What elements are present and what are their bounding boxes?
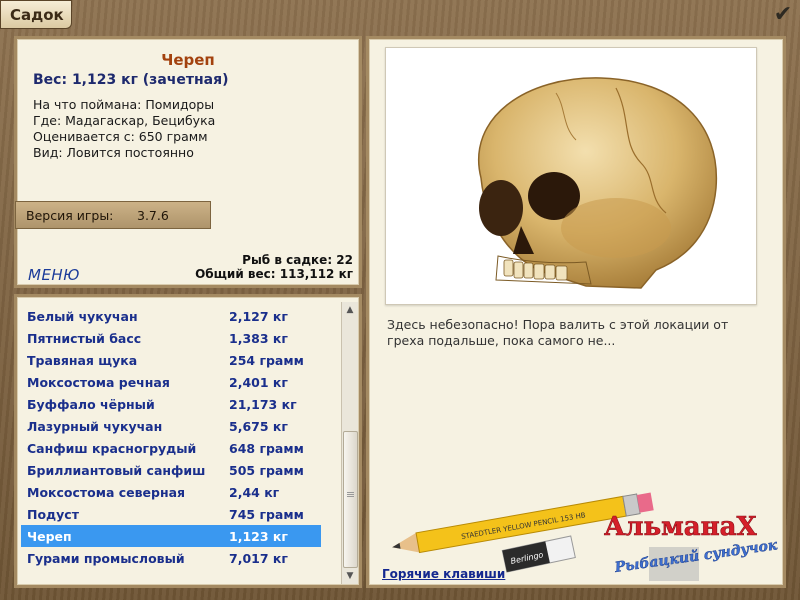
- fish-title: Череп: [161, 51, 215, 69]
- detail-bait: На что поймана: Помидоры: [33, 97, 215, 112]
- fish-count: Рыб в садке: 22: [242, 253, 353, 267]
- list-item-weight: 2,401 кг: [229, 375, 288, 390]
- list-item[interactable]: Пятнистый басс 1,383 кг: [21, 327, 321, 349]
- list-item-weight: 1,123 кг: [229, 529, 288, 544]
- list-item-weight: 5,675 кг: [229, 419, 288, 434]
- list-item-name: Санфиш красногрудый: [27, 441, 197, 456]
- list-item-name: Моксостома северная: [27, 485, 186, 500]
- list-item[interactable]: Гурами промысловый 7,017 кг: [21, 547, 321, 569]
- list-item[interactable]: Бриллиантовый санфиш 505 грамм: [21, 459, 321, 481]
- skull-image: [478, 77, 718, 289]
- total-weight: Общий вес: 113,112 кг: [195, 267, 353, 281]
- list-item[interactable]: Санфиш красногрудый 648 грамм: [21, 437, 321, 459]
- detail-type: Вид: Ловится постоянно: [33, 145, 194, 160]
- scroll-down-icon[interactable]: ▼: [342, 568, 358, 584]
- detail-location: Где: Мадагаскар, Бецибука: [33, 113, 216, 128]
- list-item[interactable]: Моксостома северная 2,44 кг: [21, 481, 321, 503]
- almanac-title: АльманаХ: [604, 512, 757, 542]
- list-scrollbar[interactable]: ▲ ▼: [341, 302, 358, 584]
- list-item-weight: 505 грамм: [229, 463, 304, 478]
- list-item-name: Лазурный чукучан: [27, 419, 163, 434]
- list-item[interactable]: Череп 1,123 кг: [21, 525, 321, 547]
- version-value: 3.7.6: [137, 208, 169, 223]
- fish-description: Здесь небезопасно! Пора валить с этой ло…: [387, 317, 729, 348]
- close-check-button[interactable]: ✔: [770, 2, 796, 28]
- list-item-weight: 2,44 кг: [229, 485, 280, 500]
- fish-image: [385, 47, 757, 305]
- list-item-name: Череп: [27, 529, 72, 544]
- hotkeys-link[interactable]: Горячие клавиши: [382, 567, 505, 581]
- fish-detail-panel: Здесь небезопасно! Пора валить с этой ло…: [366, 36, 786, 588]
- list-item-name: Белый чукучан: [27, 309, 138, 324]
- fish-info-panel: Череп Вес: 1,123 кг (зачетная) На что по…: [14, 36, 362, 288]
- list-item-name: Буффало чёрный: [27, 397, 155, 412]
- list-item[interactable]: Подуст 745 грамм: [21, 503, 321, 525]
- list-item-weight: 254 грамм: [229, 353, 304, 368]
- list-item[interactable]: Лазурный чукучан 5,675 кг: [21, 415, 321, 437]
- list-item-weight: 2,127 кг: [229, 309, 288, 324]
- list-item[interactable]: Буффало чёрный 21,173 кг: [21, 393, 321, 415]
- list-item[interactable]: Травяная щука 254 грамм: [21, 349, 321, 371]
- list-item-name: Гурами промысловый: [27, 551, 185, 566]
- list-item-weight: 21,173 кг: [229, 397, 297, 412]
- version-label: Версия игры:: [26, 208, 114, 223]
- fish-list-panel: Белый чукучан 2,127 кг Пятнистый басс 1,383…: [14, 294, 362, 588]
- scroll-thumb[interactable]: [343, 431, 358, 568]
- version-plaque: Версия игры: 3.7.6: [15, 201, 211, 229]
- detail-value: Оценивается с: 650 грамм: [33, 129, 208, 144]
- list-item-weight: 648 грамм: [229, 441, 304, 456]
- list-item-name: Моксостома речная: [27, 375, 170, 390]
- window-title-tab: Садок: [0, 0, 72, 29]
- list-item[interactable]: Белый чукучан 2,127 кг: [21, 305, 321, 327]
- list-item-name: Травяная щука: [27, 353, 138, 368]
- list-item-name: Подуст: [27, 507, 79, 522]
- window-title: Садок: [10, 6, 64, 24]
- list-item-weight: 7,017 кг: [229, 551, 288, 566]
- list-item-weight: 745 грамм: [229, 507, 304, 522]
- list-item[interactable]: Моксостома речная 2,401 кг: [21, 371, 321, 393]
- list-item-name: Бриллиантовый санфиш: [27, 463, 206, 478]
- menu-button[interactable]: МЕНЮ: [28, 266, 80, 284]
- fish-weight: Вес: 1,123 кг (зачетная): [33, 72, 229, 88]
- scroll-up-icon[interactable]: ▲: [342, 302, 358, 318]
- list-item-name: Пятнистый басс: [27, 331, 142, 346]
- list-item-weight: 1,383 кг: [229, 331, 288, 346]
- checkmark-icon: ✔: [773, 2, 793, 27]
